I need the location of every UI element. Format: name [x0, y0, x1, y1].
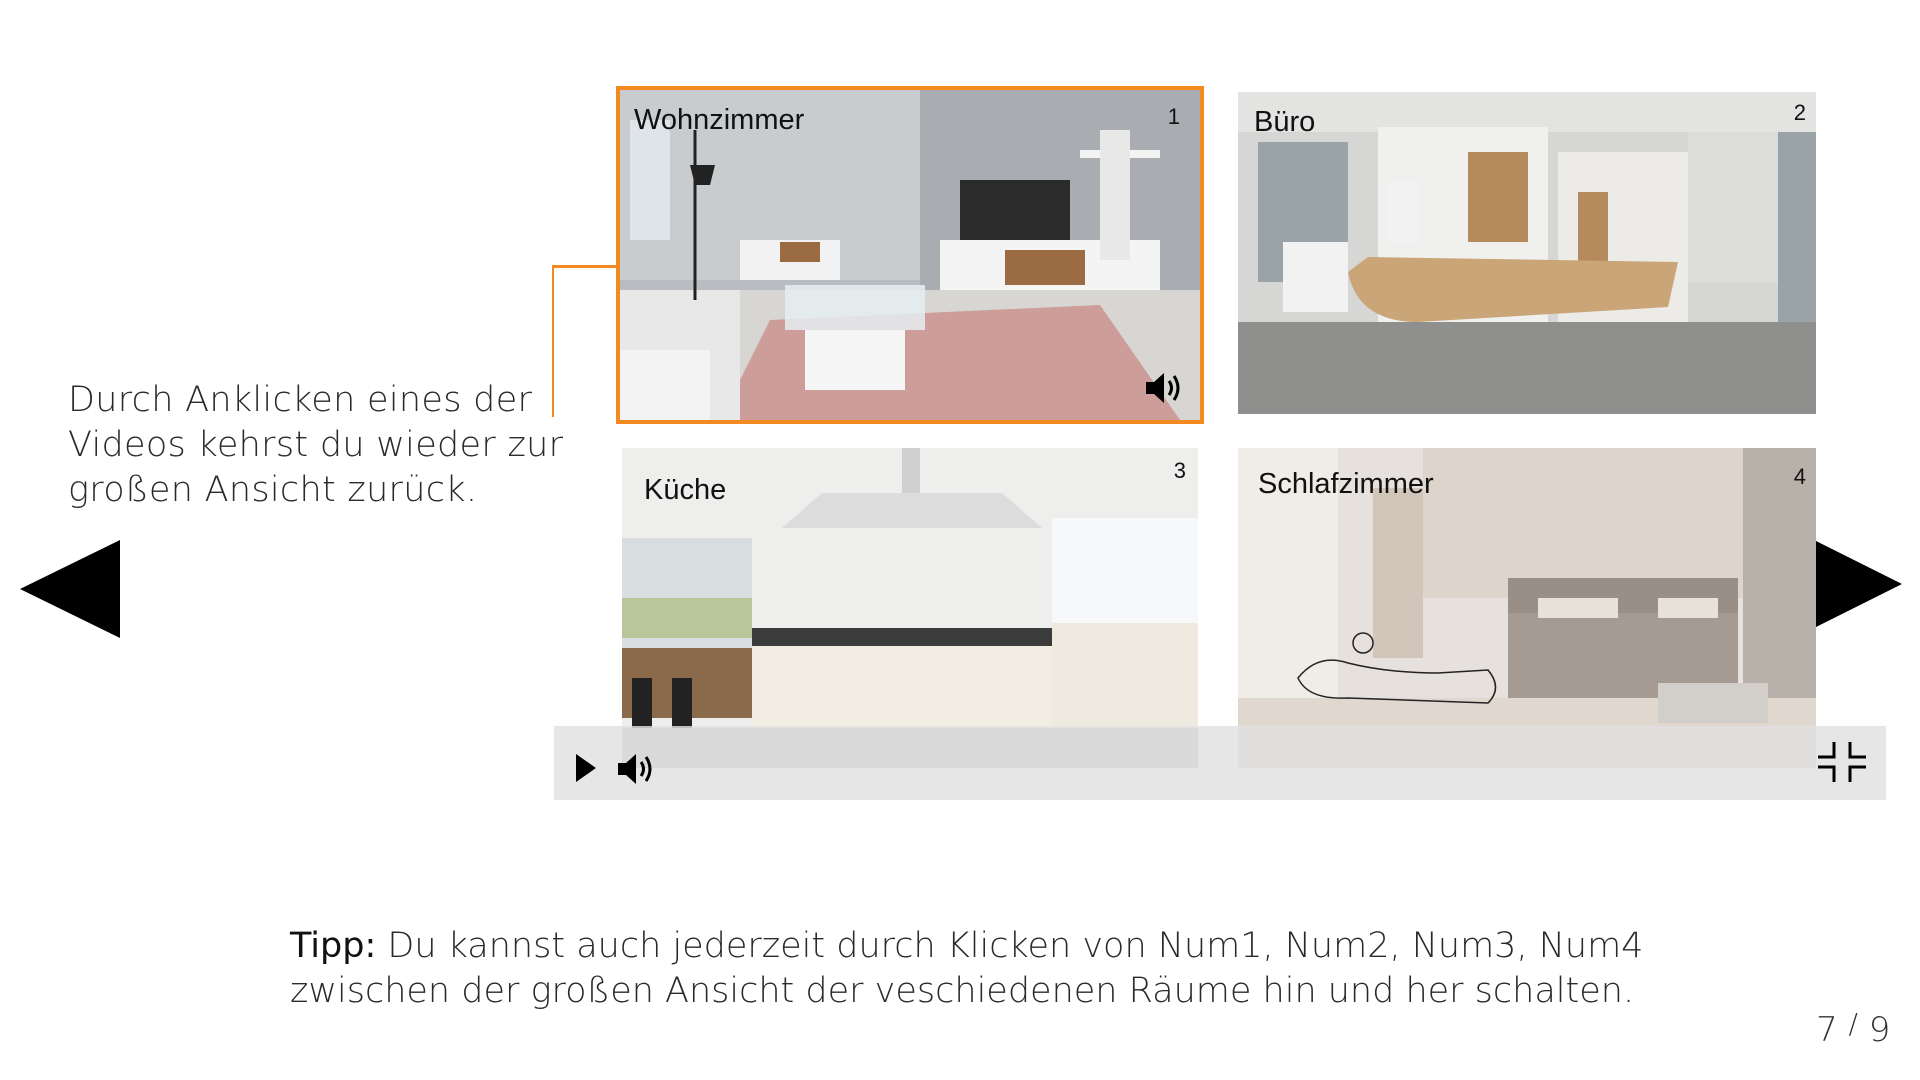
arrow-right-icon[interactable] [1802, 534, 1902, 634]
video-tile-schlafzimmer[interactable]: Schlafzimmer 4 [1238, 448, 1816, 768]
page-total: 9 [1868, 1010, 1891, 1050]
page-current: 7 [1816, 1010, 1838, 1050]
page-counter: 7 / 9 [1816, 1007, 1891, 1050]
volume-icon[interactable] [1144, 370, 1186, 406]
tile-label-wohnzimmer: Wohnzimmer [634, 104, 805, 136]
play-icon[interactable] [576, 754, 596, 782]
callout-line-2: Videos kehrst du wieder zur [68, 425, 564, 465]
volume-icon[interactable] [616, 752, 658, 786]
tile-label-kueche: Küche [644, 474, 727, 506]
video-tile-kueche[interactable]: Küche 3 [622, 448, 1198, 768]
tip-line-1: Tipp: Du kannst auch jederzeit durch Kli… [290, 924, 1690, 969]
tip-label: Tipp: [290, 926, 377, 966]
office-thumbnail [1238, 92, 1816, 414]
tile-number-2: 2 [1793, 100, 1806, 125]
video-tile-wohnzimmer[interactable]: Wohnzimmer 1 [616, 86, 1204, 424]
video-control-bar [554, 726, 1886, 800]
callout-connector [552, 265, 622, 268]
callout-line-3: großen Ansicht zurück. [68, 470, 478, 510]
tip-line-1-text: Du kannst auch jederzeit durch Klicken v… [376, 926, 1644, 966]
page-separator: / [1848, 1007, 1858, 1040]
callout-line-1: Durch Anklicken eines der [68, 380, 533, 420]
tile-label-buero: Büro [1254, 106, 1316, 138]
tile-number-1: 1 [1167, 104, 1180, 129]
video-tile-buero[interactable]: Büro 2 [1238, 92, 1816, 414]
tile-number-4: 4 [1793, 464, 1806, 489]
instruction-callout: Durch Anklicken eines der Videos kehrst … [68, 378, 588, 513]
living-room-thumbnail [620, 90, 1200, 420]
callout-connector-vertical [552, 266, 554, 417]
collapse-icon[interactable] [1816, 740, 1868, 784]
tip-text: Tipp: Du kannst auch jederzeit durch Kli… [290, 924, 1690, 1014]
arrow-left-icon[interactable] [20, 540, 120, 638]
tile-number-3: 3 [1173, 458, 1186, 483]
tile-label-schlafzimmer: Schlafzimmer [1258, 468, 1434, 500]
tip-line-2: zwischen der großen Ansicht der veschied… [290, 971, 1635, 1011]
